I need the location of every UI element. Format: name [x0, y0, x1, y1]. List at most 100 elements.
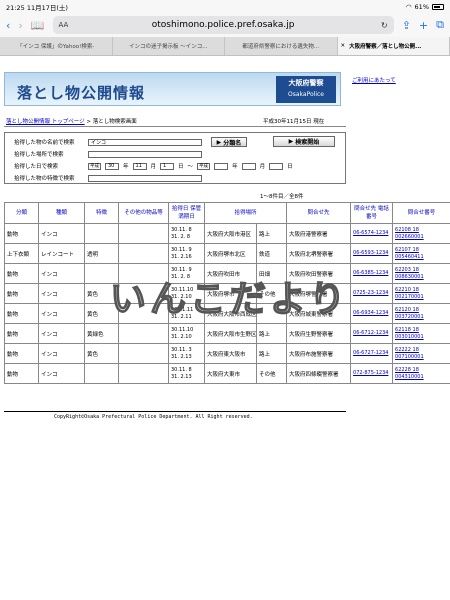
table-row: 動物 インコ 30.11. 8 31. 2. 8 大阪府大阪市港区 路上 大阪府港警察署 06… [4, 223, 450, 244]
era-select[interactable]: 平成 [88, 162, 101, 170]
reader-aa-button[interactable]: AA [59, 21, 69, 29]
cell-feature: 黄色 [84, 343, 119, 364]
page-banner: 落とし物公開情報 大阪府警察 OsakaPolice [4, 72, 341, 106]
day-input[interactable]: 1 [160, 162, 175, 170]
cell-feature [84, 263, 119, 284]
cell-number[interactable]: 62108 18 002660001 [392, 223, 450, 244]
cell-tel[interactable]: 06-6934-1234 [350, 303, 394, 324]
table-row: 動物 インコ 30.11. 8 31. 2.13 大阪府大東市 その他 大阪府四條畷警察署 0… [4, 363, 450, 384]
cell-tel[interactable]: 06-6593-1234 [350, 243, 394, 264]
cell-contact: 大阪府布施警察署 [286, 343, 352, 364]
col-tel[interactable]: 問合せ先 電話番号 [350, 202, 394, 224]
col-type[interactable]: 種類 [38, 202, 85, 224]
tab-prefectures[interactable]: 都道府県警察における遺失物... [225, 37, 338, 55]
cell-feature [84, 363, 119, 384]
col-place[interactable]: 拾得場所 [203, 202, 288, 224]
cell-place: 大阪府東大阪市 [204, 343, 257, 364]
cell-feature: 黄緑色 [84, 323, 119, 344]
cell-place: 大阪府大阪市港区 [204, 223, 257, 244]
tab-inko-board[interactable]: インコの迷子掲示板 〜インコ... [113, 37, 225, 55]
cell-tel[interactable]: 06-6574-1234 [350, 223, 394, 244]
cell-tel[interactable]: 0725-23-1234 [350, 283, 394, 304]
col-category[interactable]: 分類 [4, 202, 39, 224]
result-count: 1〜8件目／全8件 [260, 194, 304, 200]
cell-date: 30.11.10 31. 2.10 [168, 323, 205, 344]
col-number[interactable]: 問合せ番号 [392, 202, 450, 224]
footer-divider [4, 411, 346, 412]
tab-osaka-police[interactable]: ✕ 大阪府警察／落とし物公開... [337, 37, 450, 55]
cell-place-type [255, 303, 288, 324]
tab-yahoo[interactable]: 「インコ 保護」のYahoo!検索- [0, 37, 113, 55]
cell-date: 30.11. 3 31. 2.13 [168, 343, 205, 364]
cell-number[interactable]: 62228 18 004310001 [392, 363, 450, 384]
cell-other [118, 323, 169, 344]
cell-contact: 大阪府生野警察署 [286, 323, 352, 344]
cell-place-type: 鉄道 [255, 243, 288, 264]
cell-number[interactable]: 62118 18 003010001 [392, 323, 450, 344]
battery-percent: 61% [414, 2, 429, 11]
bookmarks-icon[interactable]: 📖 [31, 19, 45, 32]
table-row: 動物 インコ 黄色 30.11. 3 31. 2.13 大阪府東大阪市 路上 大阪府布施警察署… [4, 343, 450, 364]
url-text: otoshimono.police.pref.osaka.jp [151, 20, 295, 30]
cell-other [118, 303, 169, 324]
date-label: 拾得した日で検索 [14, 164, 59, 170]
cell-place: 大阪府堺市北区 [204, 243, 257, 264]
place-input[interactable] [88, 150, 202, 158]
address-bar[interactable]: AA otoshimono.police.pref.osaka.jp ↻ [52, 16, 394, 34]
new-tab-icon[interactable]: + [419, 19, 428, 32]
back-icon[interactable]: ‹ [6, 19, 10, 32]
forward-icon[interactable]: › [18, 19, 22, 32]
year-input-end[interactable] [214, 162, 229, 170]
col-date[interactable]: 拾得日 保管満期日 [168, 202, 205, 224]
cell-number[interactable]: 62107 18 005460411 [392, 243, 450, 264]
search-button[interactable]: ▶ 検索開始 [273, 136, 335, 147]
share-icon[interactable]: ⇪ [402, 19, 411, 32]
help-link[interactable]: ご利用にあたって [352, 76, 396, 84]
place-label: 拾得した場所で検索 [14, 152, 64, 158]
breadcrumb-top-link[interactable]: 落とし物公開情報 トップページ [6, 119, 85, 125]
cell-tel[interactable]: 06-6727-1234 [350, 343, 394, 364]
cell-date: 30.11. 9 31. 2. 8 [168, 263, 205, 284]
cell-date: 30.11.10 31. 2.10 [168, 283, 205, 304]
cell-category: 動物 [4, 303, 39, 324]
cell-place-type: その他 [255, 283, 288, 304]
category-button[interactable]: ▶ 分類名 [211, 137, 247, 147]
cell-other [118, 243, 169, 264]
arrow-icon: ▶ [288, 138, 294, 145]
divider [4, 126, 346, 127]
name-label: 拾得した物の名前で検索 [14, 140, 75, 146]
cell-tel[interactable]: 072-875-1234 [350, 363, 394, 384]
col-other[interactable]: その他の物品等 [118, 202, 169, 224]
cell-other [118, 263, 169, 284]
arrow-icon: ▶ [216, 138, 222, 146]
cell-date: 30.11. 8 31. 2. 8 [168, 223, 205, 244]
table-row: 動物 インコ 黄緑色 30.11.10 31. 2.10 大阪府大阪市生野区 路上 大阪府生野… [4, 323, 450, 344]
cell-other [118, 223, 169, 244]
cell-number[interactable]: 62210 18 002170001 [392, 283, 450, 304]
era-select-end[interactable]: 平成 [197, 162, 211, 170]
tabs-icon[interactable]: ⧉ [436, 18, 444, 32]
cell-place: 大阪府大阪市生野区 [204, 323, 257, 344]
col-feature[interactable]: 特徴 [84, 202, 119, 224]
feature-input[interactable] [88, 174, 202, 182]
status-time: 21:25 11月17日(土) [6, 3, 68, 12]
year-input[interactable]: 30 [105, 162, 119, 170]
close-icon[interactable]: ✕ [341, 43, 346, 49]
cell-number[interactable]: 62120 18 003720001 [392, 303, 450, 324]
current-date: 平成30年11月15日 現在 [263, 119, 325, 125]
copyright: CopyRight©Osaka Prefectural Police Depar… [54, 414, 253, 420]
cell-number[interactable]: 62203 18 008630001 [392, 263, 450, 284]
reload-icon[interactable]: ↻ [381, 21, 388, 30]
cell-number[interactable]: 62222 18 007100001 [392, 343, 450, 364]
day-input-end[interactable] [269, 162, 284, 170]
month-input[interactable]: 11 [132, 162, 147, 170]
browser-toolbar: ‹ › 📖 AA otoshimono.police.pref.osaka.jp… [0, 13, 450, 37]
cell-tel[interactable]: 06-6385-1234 [350, 263, 394, 284]
name-input[interactable]: インコ [88, 138, 202, 146]
cell-place: 大阪府大阪市西成区 [204, 303, 257, 324]
cell-tel[interactable]: 06-6712-1234 [350, 323, 394, 344]
page-title: 落とし物公開情報 [17, 84, 146, 102]
col-contact[interactable]: 問合せ先 [286, 202, 352, 224]
month-input-end[interactable] [241, 162, 256, 170]
table-row: 上下衣類 レインコート 透明 30.11. 9 31. 2.16 大阪府堺市北区 鉄道 大阪府… [4, 243, 450, 264]
